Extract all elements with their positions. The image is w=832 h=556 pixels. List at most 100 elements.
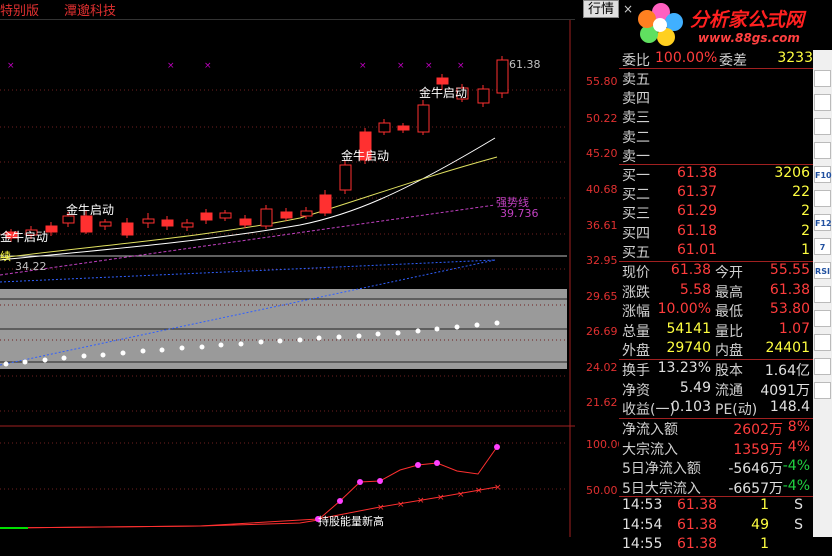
sub-chart-label: 持股能量新高 bbox=[318, 515, 384, 528]
sub-cross: × bbox=[475, 486, 483, 496]
sub-dot bbox=[377, 478, 383, 484]
sub-cross: × bbox=[377, 503, 385, 513]
sub-cross: × bbox=[417, 496, 425, 506]
flow-pct: 8% bbox=[787, 419, 810, 435]
chart-icon[interactable] bbox=[814, 94, 831, 111]
kline-icon[interactable] bbox=[814, 70, 831, 87]
fund-row: 换手 13.23% 股本 1.64亿 bbox=[619, 360, 813, 380]
y-tick-label: 26.69 bbox=[586, 325, 618, 338]
ma-line-white bbox=[0, 137, 496, 261]
weibi-row: 委比 100.00% 委差 3233 bbox=[622, 50, 813, 69]
strong-line-value: 39.736 bbox=[500, 207, 539, 220]
fund-label-1: 换手 bbox=[622, 363, 650, 379]
buy-label: 买一 bbox=[622, 168, 650, 184]
stat-label-2: 最低 bbox=[715, 304, 743, 320]
y-tick-label: 40.68 bbox=[586, 183, 618, 196]
sub-cross: × bbox=[437, 493, 445, 503]
candle-body bbox=[417, 104, 430, 133]
band-dot bbox=[356, 333, 362, 339]
y-tick-label: 32.95 bbox=[586, 254, 618, 267]
fund-value-2: 1.64亿 bbox=[764, 363, 810, 379]
buy-price: 61.29 bbox=[677, 203, 718, 220]
sub-upper-line bbox=[0, 446, 498, 529]
signal-label-3: 金牛启动 bbox=[341, 149, 390, 163]
x-marker: × bbox=[359, 61, 367, 71]
stats-row: 涨跌 5.58 最高 61.38 bbox=[619, 282, 813, 302]
side-toolbar: F10 F12 7 RSI bbox=[813, 50, 832, 537]
candle-body bbox=[339, 164, 352, 191]
last-price-label: 61.38 bbox=[509, 58, 541, 71]
flow-pct: 4% bbox=[787, 438, 810, 455]
sell-label: 卖四 bbox=[622, 91, 650, 108]
x-marker: × bbox=[7, 61, 15, 71]
sell-label: 卖一 bbox=[622, 148, 650, 165]
stat-label-2: 今开 bbox=[715, 265, 743, 281]
f10b-icon[interactable]: 7 bbox=[814, 238, 831, 255]
buy-price: 61.01 bbox=[677, 241, 718, 258]
stat-label-2: 内盘 bbox=[715, 343, 743, 359]
buy-row: 买三 61.29 2 bbox=[619, 203, 813, 223]
low-price-label: 34.22 bbox=[15, 260, 47, 273]
f12-icon[interactable]: F12 bbox=[814, 214, 832, 231]
candle-body bbox=[280, 211, 293, 219]
x-marker: × bbox=[425, 61, 433, 71]
fund-value-1: 0.103 bbox=[670, 399, 711, 415]
candle-body bbox=[181, 222, 194, 228]
candle-body bbox=[477, 88, 490, 104]
stats-row: 现价 61.38 今开 55.55 bbox=[619, 262, 813, 282]
band-dot bbox=[474, 322, 480, 328]
candle-body bbox=[99, 221, 112, 227]
band-dot bbox=[81, 353, 87, 359]
close-button[interactable]: × bbox=[620, 0, 636, 18]
band-dot bbox=[22, 359, 28, 365]
grid-icon[interactable] bbox=[814, 142, 831, 159]
bar-icon[interactable] bbox=[814, 190, 831, 207]
pen-icon[interactable] bbox=[814, 358, 831, 375]
sub-dot bbox=[415, 462, 421, 468]
buy-label: 买三 bbox=[622, 206, 650, 223]
flow-pct: -4% bbox=[782, 458, 810, 474]
stat-value-2: 61.38 bbox=[769, 281, 810, 298]
nav-icon[interactable] bbox=[814, 286, 831, 303]
flow-label: 净流入额 bbox=[622, 422, 678, 438]
band-dot bbox=[415, 328, 421, 334]
rsi-icon[interactable]: RSI bbox=[814, 262, 831, 279]
band-dot bbox=[61, 355, 67, 361]
y-tick-label: 29.65 bbox=[586, 290, 618, 303]
buy-label: 买二 bbox=[622, 187, 650, 204]
signal-label-2: 金牛启动 bbox=[66, 203, 115, 217]
left-cut-label: 续 bbox=[0, 250, 11, 263]
band-dot bbox=[100, 352, 106, 358]
band-dot bbox=[179, 345, 185, 351]
flow-row: 大宗流入 1359万 4% bbox=[619, 439, 813, 459]
tick-row: 14:54 61.38 49 S bbox=[619, 517, 813, 537]
candle-body bbox=[219, 212, 232, 219]
logo-url: www.88gs.com bbox=[698, 31, 800, 45]
buy-row: 买二 61.37 22 bbox=[619, 184, 813, 204]
flow-pct: -4% bbox=[782, 477, 810, 494]
candle-body bbox=[378, 122, 391, 133]
move-icon[interactable] bbox=[814, 310, 831, 327]
band-dot bbox=[258, 339, 264, 345]
candle-body bbox=[319, 194, 332, 214]
band-dot bbox=[297, 337, 303, 343]
band-dot bbox=[454, 324, 460, 330]
candle-body bbox=[161, 219, 174, 227]
tick-price: 61.38 bbox=[677, 536, 718, 552]
y-tick-label: 50.22 bbox=[586, 112, 618, 125]
pin-icon[interactable] bbox=[814, 334, 831, 351]
stat-label-1: 总量 bbox=[622, 323, 650, 340]
sub-dot bbox=[357, 479, 363, 485]
y-tick-label: 21.62 bbox=[586, 396, 618, 409]
candle-icon[interactable] bbox=[814, 118, 831, 135]
tick-price: 61.38 bbox=[677, 516, 718, 533]
sell-label: 卖三 bbox=[622, 110, 650, 127]
f10-icon[interactable]: F10 bbox=[814, 166, 832, 183]
f11-icon[interactable] bbox=[814, 382, 831, 399]
kline-chart[interactable]: × × × × × × × × × × × × × × bbox=[0, 20, 575, 537]
sell-row: 卖一 bbox=[619, 146, 813, 166]
quote-tab-button[interactable]: 行情 bbox=[583, 0, 619, 18]
candle-body bbox=[121, 222, 134, 236]
tick-volume: 49 bbox=[751, 516, 769, 533]
buy-row: 买四 61.18 2 bbox=[619, 223, 813, 243]
